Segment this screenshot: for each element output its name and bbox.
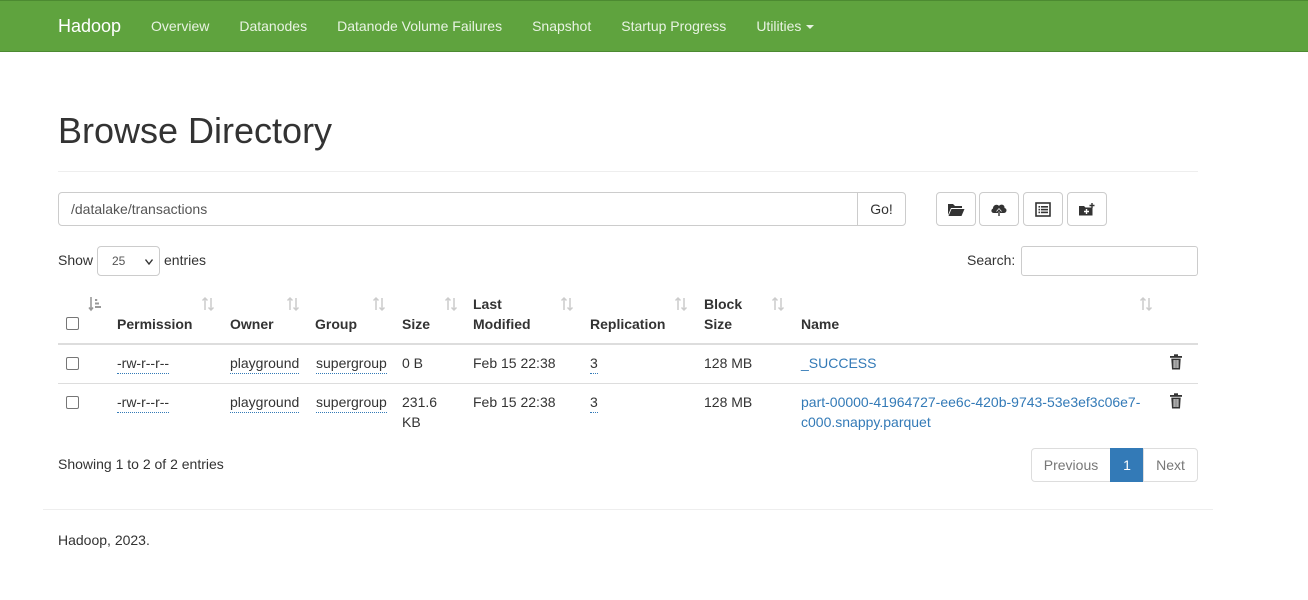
directory-path-input[interactable]: /datalake/transactions xyxy=(58,192,858,226)
sort-both-icon xyxy=(1139,296,1153,312)
sort-both-icon xyxy=(201,296,215,312)
header-size-label: Size xyxy=(402,316,431,332)
header-block-label: Block xyxy=(704,296,743,312)
entries-per-page-select[interactable]: 25 xyxy=(97,246,160,276)
owner-cell[interactable]: playground xyxy=(230,353,300,374)
block-size-cell: 128 MB xyxy=(704,355,753,371)
size-cell: 0 B xyxy=(402,355,424,371)
modified-cell: Feb 15 22:38 xyxy=(473,394,556,410)
nav-links: Overview Datanodes Datanode Volume Failu… xyxy=(151,18,844,34)
sort-both-icon xyxy=(444,296,458,312)
nav-utilities-label: Utilities xyxy=(756,18,802,34)
replication-cell[interactable]: 3 xyxy=(590,353,598,374)
next-page-button[interactable]: Next xyxy=(1143,448,1198,482)
header-replication[interactable]: Replication xyxy=(590,284,695,344)
folder-open-icon xyxy=(948,203,965,216)
caret-down-icon xyxy=(806,25,815,30)
brand-link[interactable]: Hadoop xyxy=(58,16,121,37)
entries-label: entries xyxy=(164,252,207,268)
header-last-modified[interactable]: Last Modified xyxy=(473,284,578,344)
sort-ascending-icon[interactable] xyxy=(88,296,102,312)
file-name-link-continued[interactable]: c000.snappy.parquet xyxy=(801,412,931,432)
page-title: Browse Directory xyxy=(58,110,333,151)
chevron-down-icon xyxy=(145,259,153,265)
header-owner[interactable]: Owner xyxy=(230,284,310,344)
footer-divider xyxy=(43,509,1213,510)
nav-datanode-volume-failures[interactable]: Datanode Volume Failures xyxy=(337,18,502,34)
sort-both-icon xyxy=(372,296,386,312)
footer-text: Hadoop, 2023. xyxy=(58,532,150,548)
header-modified-label: Modified xyxy=(473,316,531,332)
header-size[interactable]: Size xyxy=(402,284,462,344)
sort-both-icon xyxy=(286,296,300,312)
header-group-label: Group xyxy=(315,316,357,332)
trash-icon[interactable] xyxy=(1169,393,1183,409)
open-directory-button[interactable] xyxy=(936,192,976,226)
table-info: Showing 1 to 2 of 2 entries xyxy=(58,456,224,472)
search-label: Search: xyxy=(967,252,1016,268)
new-folder-icon xyxy=(1079,202,1095,215)
row-checkbox[interactable] xyxy=(66,357,79,370)
header-name[interactable]: Name xyxy=(801,284,1153,344)
header-replication-label: Replication xyxy=(590,316,666,332)
group-cell[interactable]: supergroup xyxy=(316,392,387,413)
list-alt-icon xyxy=(1035,201,1051,217)
trash-icon[interactable] xyxy=(1169,354,1183,370)
replication-cell[interactable]: 3 xyxy=(590,392,598,413)
header-permission-label: Permission xyxy=(117,316,193,332)
sort-both-icon xyxy=(771,296,785,312)
owner-cell[interactable]: playground xyxy=(230,392,300,413)
header-permission[interactable]: Permission xyxy=(117,284,223,344)
header-owner-label: Owner xyxy=(230,316,274,332)
previous-page-button[interactable]: Previous xyxy=(1031,448,1111,482)
title-divider xyxy=(58,171,1198,172)
permission-cell[interactable]: -rw-r--r-- xyxy=(117,392,170,413)
header-name-label: Name xyxy=(801,316,840,332)
create-directory-button[interactable] xyxy=(1067,192,1107,226)
page-1-button[interactable]: 1 xyxy=(1110,448,1144,482)
nav-snapshot[interactable]: Snapshot xyxy=(532,18,591,34)
row-checkbox[interactable] xyxy=(66,396,79,409)
file-name-link[interactable]: part-00000-41964727-ee6c-420b-9743-53e3e… xyxy=(801,392,1140,412)
nav-utilities-dropdown[interactable]: Utilities xyxy=(756,18,815,34)
header-group[interactable]: Group xyxy=(315,284,395,344)
go-button[interactable]: Go! xyxy=(857,192,906,226)
navbar: Hadoop Overview Datanodes Datanode Volum… xyxy=(0,0,1308,52)
row-divider xyxy=(58,383,1198,384)
sort-both-icon xyxy=(560,296,574,312)
cloud-upload-icon xyxy=(991,204,1007,216)
header-block-size-label: Size xyxy=(704,316,733,332)
header-select-all-cell xyxy=(58,284,110,344)
sort-both-icon xyxy=(674,296,688,312)
nav-datanodes[interactable]: Datanodes xyxy=(239,18,307,34)
entries-per-page-value: 25 xyxy=(112,254,126,268)
permission-cell[interactable]: -rw-r--r-- xyxy=(117,353,170,374)
header-block-size[interactable]: Block Size xyxy=(704,284,794,344)
view-list-button[interactable] xyxy=(1023,192,1063,226)
show-label: Show xyxy=(58,252,94,268)
size-unit-cell: KB xyxy=(402,414,421,430)
file-name-link[interactable]: _SUCCESS xyxy=(801,353,876,373)
modified-cell: Feb 15 22:38 xyxy=(473,355,556,371)
upload-file-button[interactable] xyxy=(979,192,1019,226)
size-cell: 231.6 xyxy=(402,394,438,410)
group-cell[interactable]: supergroup xyxy=(316,353,387,374)
table-header-border xyxy=(58,343,1198,345)
search-input[interactable] xyxy=(1021,246,1198,276)
select-all-checkbox[interactable] xyxy=(66,317,79,330)
header-last-label: Last xyxy=(473,296,502,312)
nav-startup-progress[interactable]: Startup Progress xyxy=(621,18,726,34)
nav-overview[interactable]: Overview xyxy=(151,18,209,34)
block-size-cell: 128 MB xyxy=(704,394,753,410)
